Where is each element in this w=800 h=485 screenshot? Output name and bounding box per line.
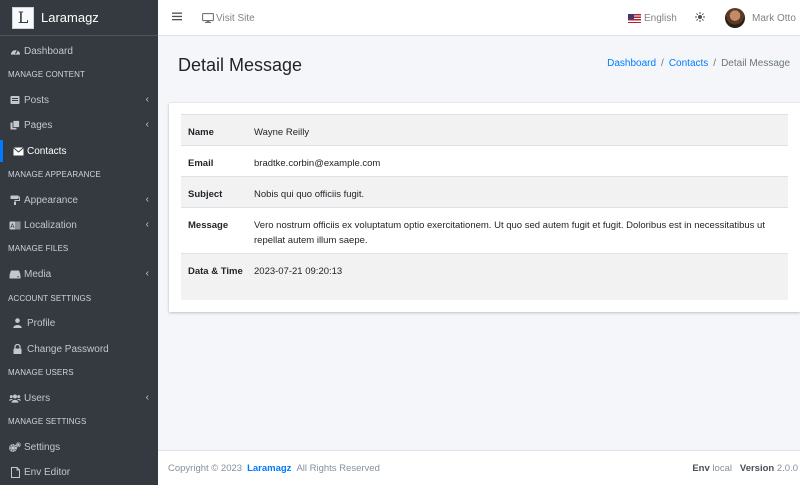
user-menu[interactable]: Mark Otto — [725, 0, 796, 36]
sidebar-item-label: Contacts — [27, 145, 67, 157]
row-label: Email — [188, 158, 214, 169]
sidebar-item-label: Posts — [24, 94, 50, 106]
sidebar-item-label: Appearance — [24, 194, 78, 206]
brand-name: Laramagz — [41, 10, 99, 25]
page-title: Detail Message — [178, 55, 303, 75]
table-row-email: Email bradtke.corbin@example.com — [181, 145, 788, 176]
sidebar-header-account: ACCOUNT SETTINGS — [8, 294, 92, 303]
row-value: Nobis qui quo officiis fugit. — [254, 189, 365, 200]
table-row-datetime: Data & Time 2023-07-21 09:20:13 — [181, 253, 788, 300]
brand-logo: L — [12, 6, 34, 29]
sidebar-item-label: Change Password — [27, 343, 109, 355]
sidebar-item-contacts[interactable]: Contacts — [0, 140, 158, 162]
chevron-left-icon: ‹ — [145, 219, 149, 230]
top-navbar: Visit Site English Mark Otto — [158, 0, 800, 36]
row-label: Data & Time — [188, 266, 243, 277]
breadcrumb-separator: / — [713, 58, 717, 69]
row-value: Vero nostrum officiis ex voluptatum opti… — [254, 220, 765, 246]
breadcrumb: Dashboard / Contacts / Detail Message — [607, 58, 790, 69]
breadcrumb-dashboard[interactable]: Dashboard — [607, 58, 656, 69]
table-row-subject: Subject Nobis qui quo officiis fugit. — [181, 176, 788, 207]
desktop-icon — [202, 13, 214, 23]
row-value: bradtke.corbin@example.com — [254, 158, 381, 169]
envelope-icon — [12, 146, 24, 156]
detail-card: Name Wayne Reilly Email bradtke.corbin@e… — [169, 103, 800, 312]
sidebar-item-label: Dashboard — [24, 45, 73, 57]
sidebar-item-env-editor[interactable]: Env Editor — [0, 461, 158, 483]
footer-copyright: Copyright © 2023 Laramagz All Rights Reser… — [168, 463, 380, 474]
sidebar-item-localization[interactable]: A Localization ‹ — [0, 214, 158, 236]
chevron-left-icon: ‹ — [145, 268, 149, 279]
row-label: Name — [188, 127, 214, 138]
dashboard-icon — [9, 46, 21, 56]
table-row-name: Name Wayne Reilly — [181, 114, 788, 145]
menu-toggle-button[interactable] — [172, 0, 182, 36]
sidebar-item-settings[interactable]: Settings — [0, 436, 158, 458]
sidebar-item-change-password[interactable]: Change Password — [0, 338, 158, 360]
row-value: 2023-07-21 09:20:13 — [254, 266, 343, 277]
breadcrumb-separator: / — [661, 58, 664, 69]
footer: Copyright © 2023 Laramagz All Rights Reser… — [158, 450, 800, 485]
newspaper-icon — [9, 95, 21, 105]
lock-icon — [11, 344, 23, 354]
table-row-message: Message Vero nostrum officiis ex volupta… — [181, 207, 788, 253]
sidebar-header-files: MANAGE FILES — [8, 244, 69, 253]
sidebar-item-label: Media — [24, 268, 52, 280]
theme-toggle-button[interactable] — [695, 0, 705, 36]
user-icon — [11, 318, 23, 328]
breadcrumb-current: Detail Message — [721, 58, 790, 69]
us-flag-icon — [628, 13, 641, 23]
language-icon: A — [9, 220, 21, 230]
env-value: local — [712, 463, 732, 474]
copyright-text: Copyright © 2023 — [168, 463, 243, 474]
sidebar-item-label: Settings — [24, 441, 61, 453]
row-label: Message — [188, 220, 229, 231]
sidebar-item-appearance[interactable]: Appearance ‹ — [0, 189, 158, 211]
env-label: Env — [692, 463, 710, 474]
sidebar-item-dashboard[interactable]: Dashboard — [0, 40, 158, 62]
copy-icon — [9, 120, 21, 130]
sidebar-header-settings: MANAGE SETTINGS — [8, 417, 87, 426]
sidebar-item-label: Localization — [24, 219, 77, 231]
sun-icon — [695, 11, 705, 25]
avatar — [725, 8, 745, 28]
sidebar-item-profile[interactable]: Profile — [0, 312, 158, 334]
sidebar-item-pages[interactable]: Pages ‹ — [0, 114, 158, 136]
sidebar-item-label: Profile — [27, 317, 56, 329]
chevron-left-icon: ‹ — [145, 392, 149, 403]
version-value: 2.0.0 — [776, 463, 798, 474]
chevron-left-icon: ‹ — [145, 94, 149, 105]
sidebar-header-content: MANAGE CONTENT — [8, 70, 85, 79]
users-icon — [9, 393, 21, 403]
language-dropdown[interactable]: English — [628, 0, 677, 36]
version-label: Version — [739, 463, 775, 474]
footer-meta: Env local Version 2.0.0 — [692, 463, 798, 474]
sidebar: L Laramagz Dashboard MANAGE CONTENT Post… — [0, 0, 158, 485]
language-label: English — [644, 12, 677, 24]
chevron-left-icon: ‹ — [145, 194, 149, 205]
sidebar-item-label: Pages — [24, 119, 53, 131]
row-value: Wayne Reilly — [254, 127, 310, 138]
sidebar-item-posts[interactable]: Posts ‹ — [0, 89, 158, 111]
visit-site-label: Visit Site — [216, 12, 255, 24]
brand-link[interactable]: L Laramagz — [0, 0, 158, 36]
sidebar-header-appearance: MANAGE APPEARANCE — [8, 170, 101, 179]
sidebar-item-label: Users — [24, 392, 51, 404]
sidebar-item-users[interactable]: Users ‹ — [0, 387, 158, 409]
row-label: Subject — [188, 189, 223, 200]
breadcrumb-contacts[interactable]: Contacts — [669, 58, 708, 69]
sidebar-item-label: Env Editor — [24, 466, 71, 478]
paint-roller-icon — [9, 195, 21, 205]
footer-brand-link[interactable]: Laramagz — [247, 463, 291, 474]
bars-icon — [172, 12, 182, 24]
visit-site-link[interactable]: Visit Site — [202, 0, 255, 36]
cogs-icon — [9, 442, 21, 452]
rights-text: All Rights Reserved — [296, 463, 380, 474]
sidebar-item-media[interactable]: Media ‹ — [0, 263, 158, 285]
sidebar-header-users: MANAGE USERS — [8, 368, 74, 377]
file-icon — [9, 466, 21, 478]
user-name: Mark Otto — [752, 12, 796, 24]
hdd-icon — [9, 269, 21, 279]
chevron-left-icon: ‹ — [145, 119, 149, 130]
